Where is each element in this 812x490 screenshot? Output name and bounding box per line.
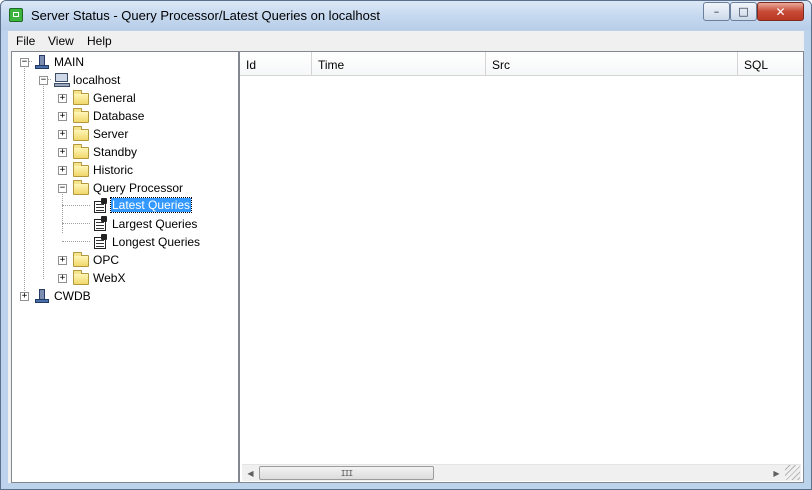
folder-icon xyxy=(73,144,89,159)
column-header-src[interactable]: Src xyxy=(486,52,738,76)
query-list[interactable]: Id Time Src SQL ◀ III ▶ xyxy=(239,51,804,483)
query-report-icon xyxy=(92,198,108,214)
tree-node-query-processor[interactable]: − Query Processor xyxy=(12,179,238,197)
close-button[interactable]: ✕ xyxy=(757,2,804,21)
tree-node-opc[interactable]: + OPC xyxy=(12,251,238,269)
tree-node-general[interactable]: + General xyxy=(12,89,238,107)
menu-bar: File View Help xyxy=(8,31,804,51)
expand-toggle[interactable]: + xyxy=(58,148,67,157)
window-title: Server Status - Query Processor/Latest Q… xyxy=(31,8,380,23)
tree-label-database: Database xyxy=(93,109,145,123)
expand-toggle[interactable]: + xyxy=(58,256,67,265)
folder-icon xyxy=(73,90,89,105)
tree-node-cwdb[interactable]: + CWDB xyxy=(12,287,238,305)
server-group-icon xyxy=(34,54,50,70)
tree-label-standby: Standby xyxy=(93,145,138,159)
computer-icon xyxy=(54,72,70,88)
maximize-button[interactable]: □ xyxy=(730,2,757,21)
tree-label-latest-queries: Latest Queries xyxy=(109,197,193,213)
tree-node-historic[interactable]: + Historic xyxy=(12,161,238,179)
column-header-sql[interactable]: SQL xyxy=(738,52,803,76)
tree-label-general: General xyxy=(93,91,136,105)
tree-label-longest-queries: Longest Queries xyxy=(112,235,201,249)
minimize-button[interactable]: – xyxy=(703,2,730,21)
tree-node-localhost[interactable]: − localhost xyxy=(12,71,238,89)
minimize-icon: – xyxy=(713,5,720,18)
client-area: − MAIN − localhost + General + Database xyxy=(8,51,804,483)
collapse-toggle[interactable]: − xyxy=(20,58,29,67)
menu-view[interactable]: View xyxy=(48,34,74,48)
scroll-left-icon[interactable]: ◀ xyxy=(242,465,259,481)
size-grip[interactable] xyxy=(785,465,800,480)
tree-label-localhost: localhost xyxy=(73,73,121,87)
app-icon xyxy=(9,8,23,22)
tree-label-historic: Historic xyxy=(93,163,134,177)
menu-help[interactable]: Help xyxy=(87,34,112,48)
column-header-time[interactable]: Time xyxy=(312,52,486,76)
folder-icon xyxy=(73,252,89,267)
folder-icon xyxy=(73,126,89,141)
main-window: Server Status - Query Processor/Latest Q… xyxy=(0,0,812,490)
horizontal-scrollbar[interactable]: ◀ III ▶ xyxy=(242,464,801,481)
title-bar[interactable]: Server Status - Query Processor/Latest Q… xyxy=(1,1,811,30)
navigation-tree[interactable]: − MAIN − localhost + General + Database xyxy=(11,51,239,483)
expand-toggle[interactable]: + xyxy=(58,112,67,121)
query-report-icon xyxy=(92,234,108,250)
collapse-toggle[interactable]: − xyxy=(39,76,48,85)
open-folder-icon xyxy=(73,180,89,195)
tree-node-largest-queries[interactable]: Largest Queries xyxy=(12,215,238,233)
expand-toggle[interactable]: + xyxy=(20,292,29,301)
tree-node-webx[interactable]: + WebX xyxy=(12,269,238,287)
collapse-toggle[interactable]: − xyxy=(58,184,67,193)
grip-icon: III xyxy=(340,468,353,478)
close-icon: ✕ xyxy=(775,4,786,19)
tree-label-server: Server xyxy=(93,127,129,141)
menu-file[interactable]: File xyxy=(16,34,35,48)
expand-toggle[interactable]: + xyxy=(58,94,67,103)
tree-label-webx: WebX xyxy=(93,271,126,285)
expand-toggle[interactable]: + xyxy=(58,274,67,283)
expand-toggle[interactable]: + xyxy=(58,130,67,139)
query-report-icon xyxy=(92,216,108,232)
expand-toggle[interactable]: + xyxy=(58,166,67,175)
tree-node-database[interactable]: + Database xyxy=(12,107,238,125)
folder-icon xyxy=(73,108,89,123)
tree-node-longest-queries[interactable]: Longest Queries xyxy=(12,233,238,251)
folder-icon xyxy=(73,270,89,285)
tree-node-main[interactable]: − MAIN xyxy=(12,53,238,71)
tree-label-opc: OPC xyxy=(93,253,120,267)
tree-node-latest-queries[interactable]: Latest Queries xyxy=(12,197,238,215)
folder-icon xyxy=(73,162,89,177)
maximize-icon: □ xyxy=(738,5,749,18)
tree-label-main: MAIN xyxy=(54,55,84,69)
server-group-icon xyxy=(34,288,50,304)
scroll-right-icon[interactable]: ▶ xyxy=(768,465,785,481)
scroll-thumb[interactable]: III xyxy=(259,466,434,480)
column-header-id[interactable]: Id xyxy=(240,52,312,76)
tree-label-largest-queries: Largest Queries xyxy=(112,217,198,231)
tree-label-cwdb: CWDB xyxy=(54,289,91,303)
tree-label-query-processor: Query Processor xyxy=(93,181,184,195)
tree-node-server[interactable]: + Server xyxy=(12,125,238,143)
tree-node-standby[interactable]: + Standby xyxy=(12,143,238,161)
